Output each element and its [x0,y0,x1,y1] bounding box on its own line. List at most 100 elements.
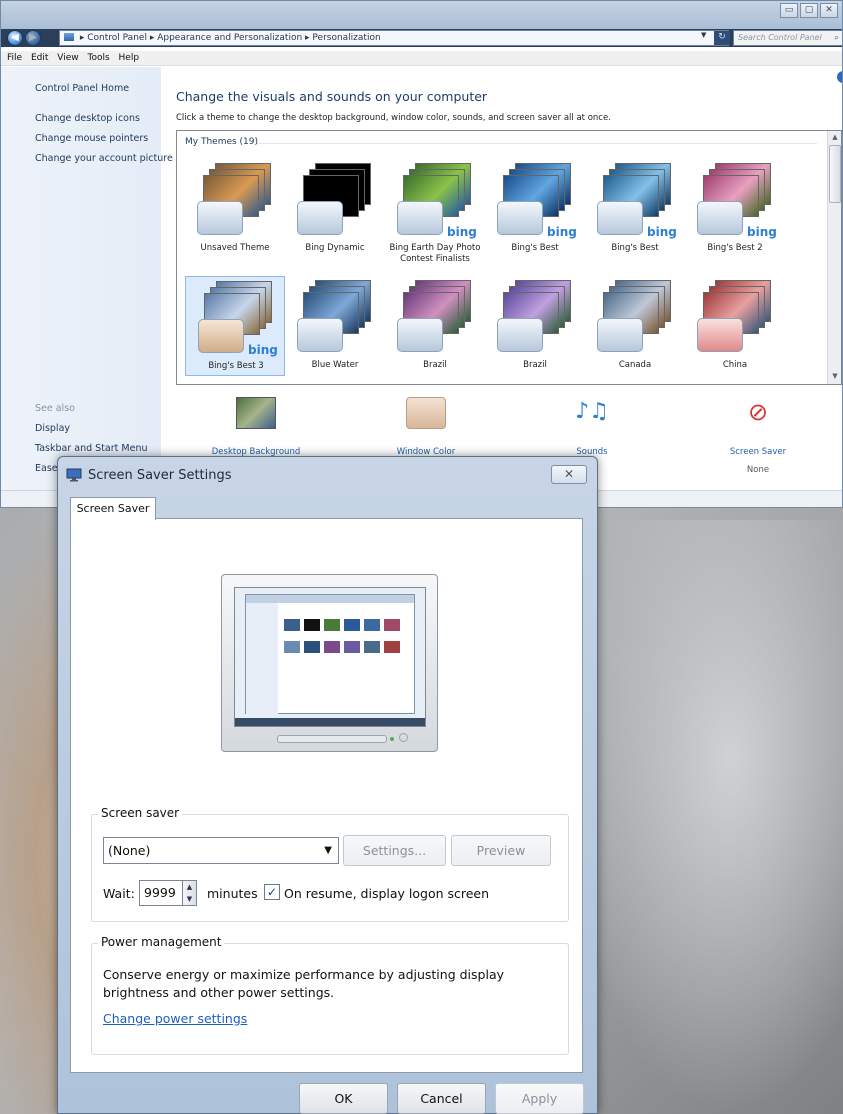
power-button-icon [399,733,408,742]
page-description: Click a theme to change the desktop back… [176,113,611,123]
theme-tile[interactable]: Blue Water [285,276,385,376]
desktop-wallpaper-highlight [560,520,843,1114]
forward-button[interactable]: ▶ [25,30,41,46]
monitor-icon [66,468,82,482]
breadcrumb-control-panel[interactable]: Control Panel [87,33,147,43]
mini-theme-thumb [344,619,360,631]
bing-logo: bing [447,225,477,239]
menu-bar: File Edit View Tools Help [1,51,842,66]
menu-view[interactable]: View [57,53,78,63]
breadcrumb-personalization[interactable]: Personalization [312,33,380,43]
mini-theme-thumb [384,641,400,653]
mini-theme-thumb [384,619,400,631]
ok-button[interactable]: OK [299,1083,388,1114]
close-button[interactable]: ✕ [551,465,587,484]
resume-logon-checkbox[interactable]: ✓ [264,884,280,900]
preview-button[interactable]: Preview [451,835,551,866]
theme-tile[interactable]: bing Bing Earth Day Photo Contest Finalis… [385,159,485,264]
theme-tile[interactable]: China [685,276,785,376]
scroll-up-icon[interactable]: ▲ [830,133,840,143]
back-button[interactable]: ◀ [7,30,23,46]
header-divider [257,143,817,144]
menu-file[interactable]: File [7,53,22,63]
power-management-title: Power management [98,935,225,949]
power-light-icon [390,737,394,741]
screen-saver-value: None [746,465,770,475]
my-themes-header: My Themes (19) [185,137,259,147]
menu-edit[interactable]: Edit [31,53,48,63]
chevron-down-icon[interactable]: ▼ [324,838,332,863]
themes-list[interactable]: My Themes (19) Unsaved Theme Bing Dynamic… [176,130,842,385]
breadcrumb-appearance[interactable]: Appearance and Personalization [157,33,302,43]
cancel-button[interactable]: Cancel [397,1083,486,1114]
screen-saver-selected: (None) [108,843,151,858]
tab-screen-saver[interactable]: Screen Saver [70,497,156,520]
taskbar-start-menu-link[interactable]: Taskbar and Start Menu [35,443,147,454]
search-input[interactable]: Search Control Panel ⌕ [733,30,842,46]
theme-tile[interactable]: bing Bing's Best [585,159,685,259]
see-also-label: See also [35,403,75,414]
mini-theme-thumb [364,641,380,653]
control-panel-home-link[interactable]: Control Panel Home [35,83,129,94]
wait-minutes-input[interactable]: 9999 [139,880,183,906]
chevron-down-icon[interactable]: ▼ [701,31,706,39]
power-management-group: Power management Conserve energy or maxi… [91,935,569,1055]
apply-button[interactable]: Apply [495,1083,584,1114]
preview-monitor [221,574,438,752]
theme-tile[interactable]: Bing Dynamic [285,159,385,259]
left-sidebar: Control Panel Home Change desktop icons … [1,67,173,497]
minimize-button[interactable]: ▭ [780,3,798,18]
theme-label: Bing's Best 3 [208,361,264,371]
menu-help[interactable]: Help [119,53,140,63]
window-color-icon [406,397,446,429]
mini-theme-thumb [324,641,340,653]
theme-label: Blue Water [311,360,359,370]
theme-label: Bing's Best [511,243,559,253]
theme-tile[interactable]: bing Bing's Best 3 [185,276,285,376]
theme-tile[interactable]: Brazil [385,276,485,376]
theme-tile[interactable]: Canada [585,276,685,376]
address-bar[interactable]: ▸ Control Panel ▸ Appearance and Persona… [59,30,729,46]
preview-screen [234,587,426,727]
change-desktop-icons-link[interactable]: Change desktop icons [35,113,140,124]
theme-tile[interactable]: Brazil [485,276,585,376]
settings-button[interactable]: Settings... [343,835,446,866]
power-management-text: Conserve energy or maximize performance … [103,967,504,1000]
theme-tile[interactable]: bing Bing's Best [485,159,585,259]
stepper-down-icon[interactable]: ▼ [183,893,196,905]
theme-label: Unsaved Theme [200,243,270,253]
close-window-button[interactable]: ✕ [820,3,838,18]
display-link[interactable]: Display [35,423,70,434]
theme-label: Brazil [423,360,447,370]
change-mouse-pointers-link[interactable]: Change mouse pointers [35,133,148,144]
theme-tile[interactable]: bing Bing's Best 2 [685,159,785,259]
menu-tools[interactable]: Tools [87,53,109,63]
wait-stepper[interactable]: ▲ ▼ [182,880,197,906]
screen-saver-group: Screen saver (None) ▼ Settings... Previe… [91,806,569,922]
scrollbar-thumb[interactable] [829,145,841,203]
scroll-down-icon[interactable]: ▼ [830,372,840,382]
theme-label: Bing's Best [611,243,659,253]
screen-saver-label: Screen Saver [729,447,787,457]
themes-scrollbar[interactable]: ▲ ▼ [827,131,841,384]
window-glass-preview [397,201,443,235]
screen-saver-dialog: Screen Saver Settings ✕ Screen Saver Scr… [57,456,598,1114]
no-screen-saver-icon: ⊘ [747,398,769,426]
screen-saver-group-title: Screen saver [98,806,183,820]
help-icon[interactable] [837,71,842,83]
mini-theme-thumb [324,619,340,631]
stepper-up-icon[interactable]: ▲ [183,881,196,893]
change-power-settings-link[interactable]: Change power settings [103,1011,247,1026]
window-glass-preview [197,201,243,235]
refresh-icon[interactable]: ↻ [714,31,730,45]
dialog-title: Screen Saver Settings [88,468,232,483]
resume-logon-label[interactable]: On resume, display logon screen [284,886,489,901]
search-icon[interactable]: ⌕ [835,31,839,45]
theme-label: Bing Dynamic [305,243,365,253]
mini-theme-thumb [344,641,360,653]
screen-saver-select[interactable]: (None) ▼ [103,837,339,864]
theme-tile[interactable]: Unsaved Theme [185,159,285,259]
desktop-background-icon [236,397,276,429]
maximize-button[interactable]: ▢ [800,3,818,18]
change-account-picture-link[interactable]: Change your account picture [35,153,173,164]
